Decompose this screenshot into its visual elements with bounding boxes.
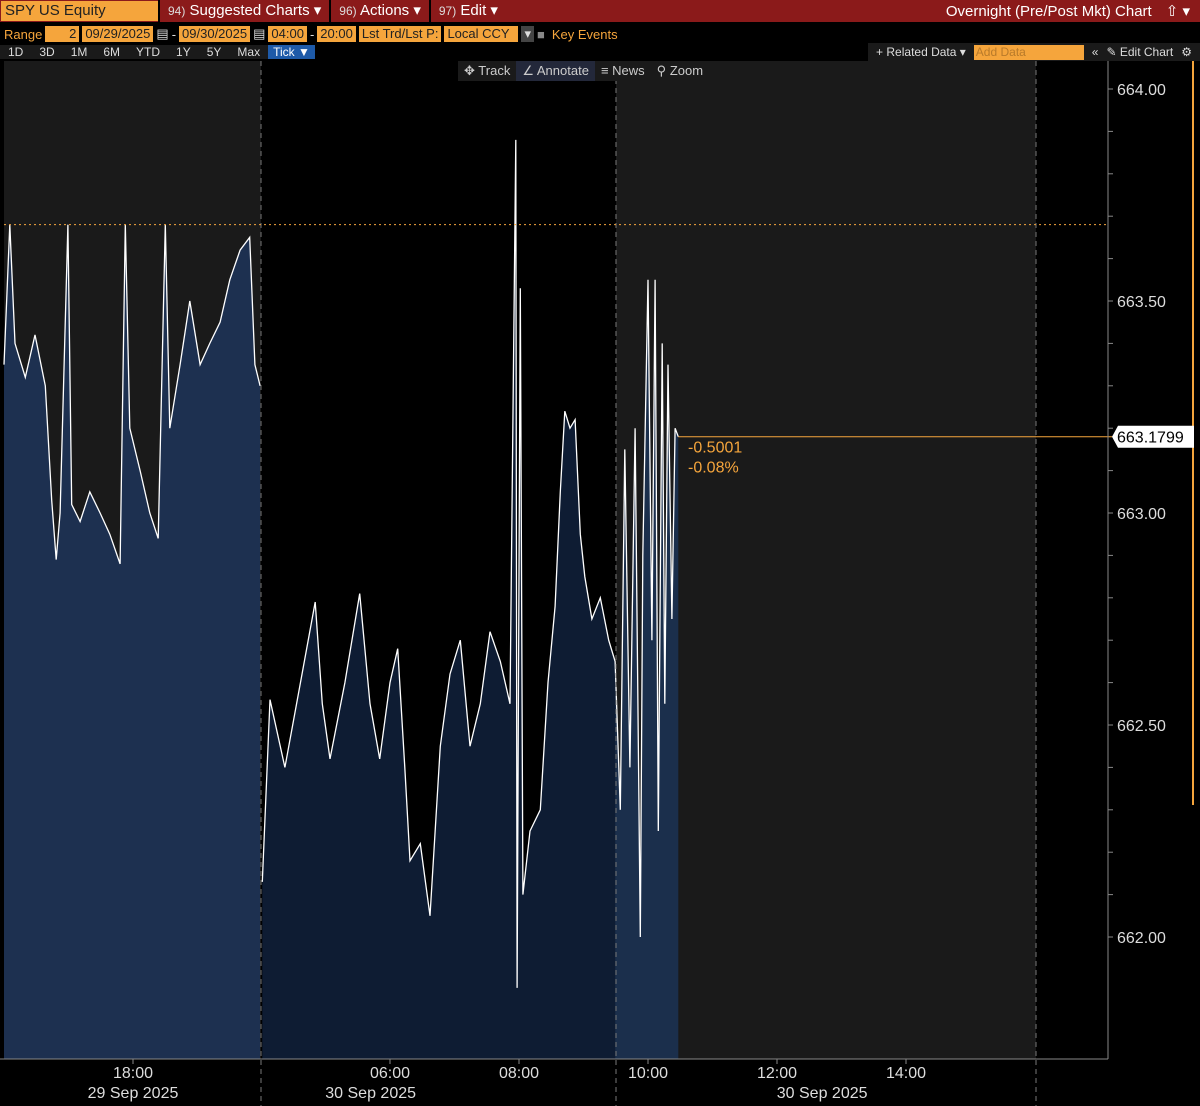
x-tick-label: 08:00 <box>499 1065 539 1082</box>
tool-label: News <box>612 63 645 78</box>
news-tool[interactable]: ≡ News <box>595 61 651 81</box>
x-tick-label: 18:00 <box>113 1065 153 1082</box>
change-value: -0.5001 <box>688 440 742 457</box>
y-tick-label: 662.50 <box>1117 718 1166 735</box>
last-price-label: 663.1799 <box>1117 430 1184 447</box>
x-date-label: 29 Sep 2025 <box>88 1085 179 1102</box>
tool-label: Annotate <box>536 63 589 78</box>
x-date-label: 30 Sep 2025 <box>777 1085 868 1102</box>
y-tick-label: 663.50 <box>1117 294 1166 311</box>
track-tool[interactable]: ✥ Track <box>458 61 516 81</box>
session-bg-market <box>616 61 1036 1059</box>
x-tick-label: 12:00 <box>757 1065 797 1082</box>
x-date-label: 30 Sep 2025 <box>325 1085 416 1102</box>
price-chart[interactable]: -0.5001 -0.08% 664.00 663.50 663.00 662.50 662… <box>0 0 1200 1106</box>
tool-label: Zoom <box>669 63 704 78</box>
zoom-tool[interactable]: ⚲ Zoom <box>651 61 709 81</box>
change-percent: -0.08% <box>688 460 739 477</box>
crosshair-icon: ✥ <box>464 63 475 78</box>
pen-icon: ∠ <box>522 63 534 78</box>
tool-label: Track <box>478 63 511 78</box>
x-tick-label: 10:00 <box>628 1065 668 1082</box>
x-tick-label: 14:00 <box>886 1065 926 1082</box>
x-tick-label: 06:00 <box>370 1065 410 1082</box>
annotate-tool[interactable]: ∠ Annotate <box>516 61 595 81</box>
y-tick-label: 662.00 <box>1117 930 1166 947</box>
magnifier-icon: ⚲ <box>656 63 667 78</box>
chart-toolbar: ✥ Track ∠ Annotate ≡ News ⚲ Zoom <box>458 61 710 81</box>
y-tick-label: 663.00 <box>1117 506 1166 523</box>
news-icon: ≡ <box>600 63 609 78</box>
y-tick-label: 664.00 <box>1117 82 1166 99</box>
